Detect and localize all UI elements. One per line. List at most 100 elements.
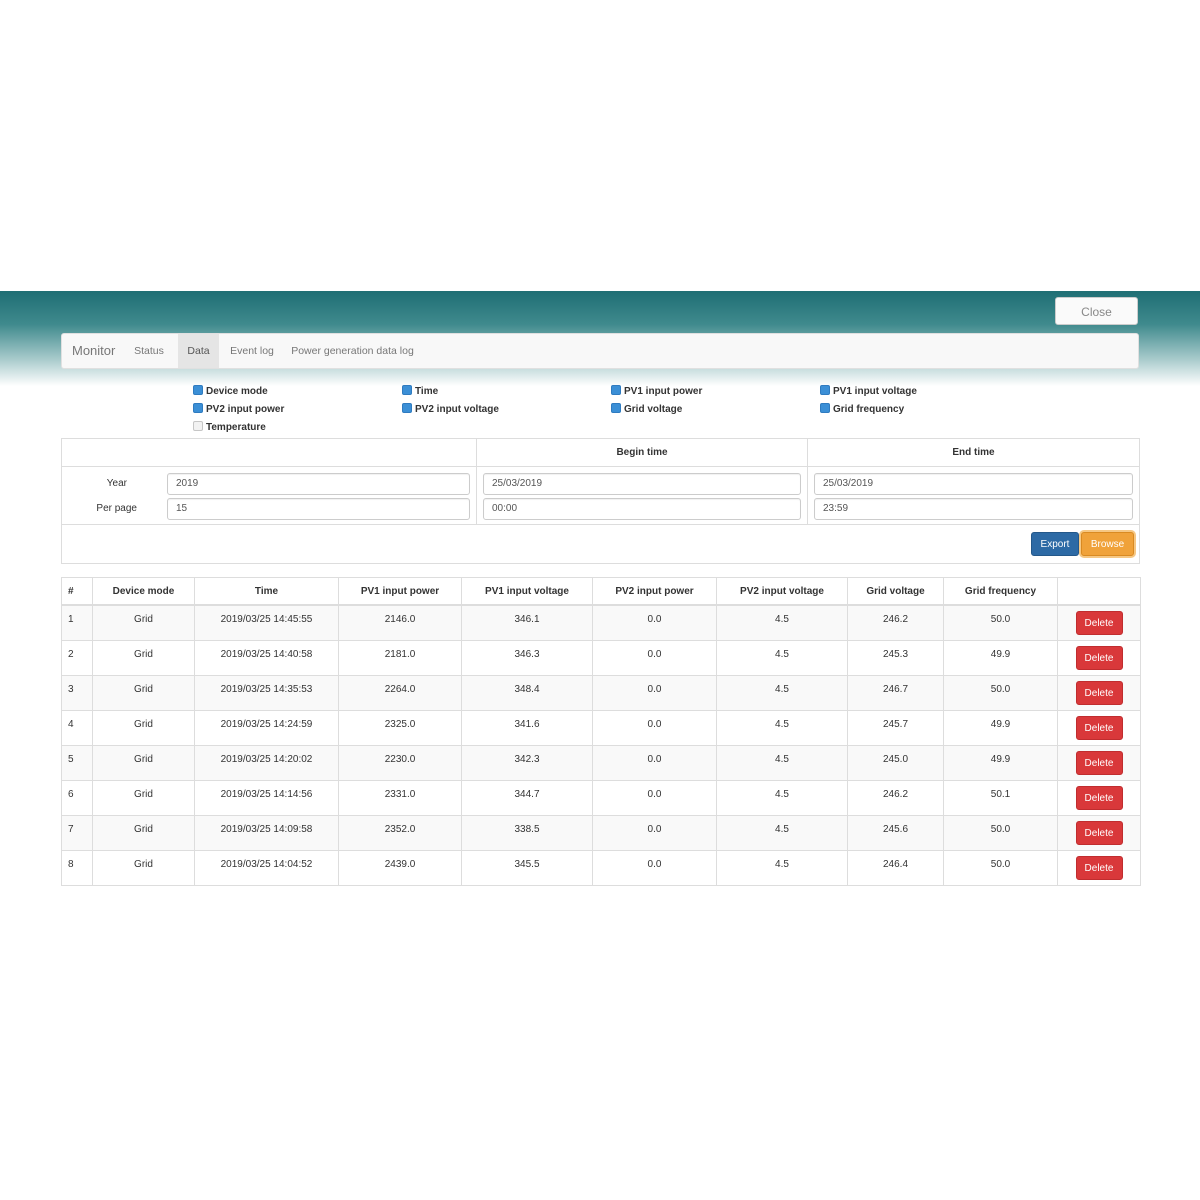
grid-frequency-cell: 50.0 [943,674,1058,711]
pv2-input-voltage-cell: 4.5 [716,849,848,886]
checkbox-pv2-input-power[interactable]: PV2 input power [193,403,284,417]
pv1-input-voltage-cell: 342.3 [461,744,593,781]
grid-voltage-cell: 246.2 [847,779,944,816]
delete-button[interactable]: Delete [1075,820,1123,845]
delete-button[interactable]: Delete [1075,645,1123,670]
brand-title: Monitor [72,343,116,358]
column-header: # [61,577,93,606]
table-row: 6 Grid 2019/03/25 14:14:56 2331.0 344.7 0.0 4.… [61,779,1141,816]
device-mode-cell: Grid [92,709,195,746]
tab-power-generation-data-log[interactable]: Power generation data log [290,334,415,368]
checkbox-checked-icon [820,385,830,396]
pv2-input-voltage-cell: 4.5 [716,674,848,711]
pv1-input-power-cell: 2264.0 [338,674,462,711]
column-header: PV1 input voltage [461,577,593,606]
table-row: 1 Grid 2019/03/25 14:45:55 2146.0 346.1 0.0 4.… [61,604,1141,641]
checkbox-device-mode[interactable]: Device mode [193,385,268,399]
divider [62,466,1139,467]
table-row: 7 Grid 2019/03/25 14:09:58 2352.0 338.5 0.0 4.… [61,814,1141,851]
tab-data[interactable]: Data [178,334,219,368]
export-button[interactable]: Export [1031,532,1079,556]
delete-button[interactable]: Delete [1075,611,1123,635]
pv2-input-power-cell: 0.0 [592,639,717,676]
pv2-input-voltage-cell: 4.5 [716,709,848,746]
device-mode-cell: Grid [92,744,195,781]
end-time-input[interactable]: 23:59 [814,498,1133,520]
query-panel: Begin time End time Year 2019 Per page 1… [61,438,1140,564]
actions-cell: Delete [1057,814,1141,851]
column-header: Grid voltage [847,577,944,606]
delete-button[interactable]: Delete [1075,855,1123,880]
browse-button[interactable]: Browse [1081,532,1134,556]
table-row: 4 Grid 2019/03/25 14:24:59 2325.0 341.6 0.0 4.… [61,709,1141,746]
per-page-input[interactable]: 15 [167,498,470,520]
tab-event-log[interactable]: Event log [227,334,277,368]
row-index: 1 [61,604,93,641]
actions-cell: Delete [1057,674,1141,711]
pv1-input-voltage-cell: 346.1 [461,604,593,641]
grid-frequency-cell: 49.9 [943,639,1058,676]
checkbox-pv2-input-voltage[interactable]: PV2 input voltage [402,403,499,417]
pv2-input-power-cell: 0.0 [592,604,717,641]
tab-status[interactable]: Status [129,334,169,368]
time-cell: 2019/03/25 14:09:58 [194,814,339,851]
year-label: Year [106,478,127,489]
checkbox-pv1-input-voltage[interactable]: PV1 input voltage [820,385,917,399]
year-input[interactable]: 2019 [167,473,470,495]
column-header: Grid frequency [943,577,1058,606]
column-header: Device mode [92,577,195,606]
column-header: PV1 input power [338,577,462,606]
per-page-label: Per page [96,503,137,514]
row-index: 8 [61,849,93,886]
pv2-input-power-cell: 0.0 [592,814,717,851]
pv2-input-voltage-cell: 4.5 [716,639,848,676]
table-row: 3 Grid 2019/03/25 14:35:53 2264.0 348.4 0.0 4.… [61,674,1141,711]
checkbox-grid-voltage[interactable]: Grid voltage [611,403,682,417]
pv2-input-voltage-cell: 4.5 [716,604,848,641]
column-header [1057,577,1141,606]
delete-button[interactable]: Delete [1075,680,1123,705]
pv2-input-power-cell: 0.0 [592,779,717,816]
device-mode-cell: Grid [92,604,195,641]
grid-frequency-cell: 49.9 [943,744,1058,781]
actions-cell: Delete [1057,779,1141,816]
checkbox-temperature[interactable]: Temperature [193,421,266,435]
row-index: 3 [61,674,93,711]
pv2-input-power-cell: 0.0 [592,709,717,746]
checkbox-time[interactable]: Time [402,385,438,399]
checkbox-grid-frequency[interactable]: Grid frequency [820,403,904,417]
column-header: Time [194,577,339,606]
pv2-input-voltage-cell: 4.5 [716,814,848,851]
checkbox-pv1-input-power[interactable]: PV1 input power [611,385,702,399]
checkbox-checked-icon [193,403,203,414]
checkbox-checked-icon [402,403,412,414]
row-index: 7 [61,814,93,851]
delete-button[interactable]: Delete [1075,785,1123,810]
time-cell: 2019/03/25 14:14:56 [194,779,339,816]
delete-button[interactable]: Delete [1075,750,1123,775]
begin-time-header: Begin time [616,447,668,458]
checkbox-unchecked-icon [193,421,203,432]
device-mode-cell: Grid [92,814,195,851]
delete-button[interactable]: Delete [1075,715,1123,740]
end-date-input[interactable]: 25/03/2019 [814,473,1133,495]
monitor-window: Close Monitor Status Data Event log Powe… [0,291,1200,908]
pv1-input-power-cell: 2331.0 [338,779,462,816]
device-mode-cell: Grid [92,639,195,676]
actions-cell: Delete [1057,639,1141,676]
table-row: 2 Grid 2019/03/25 14:40:58 2181.0 346.3 0.0 4.… [61,639,1141,676]
row-index: 2 [61,639,93,676]
actions-cell: Delete [1057,849,1141,886]
close-button[interactable]: Close [1055,297,1138,325]
grid-frequency-cell: 50.0 [943,604,1058,641]
actions-cell: Delete [1057,604,1141,641]
begin-time-input[interactable]: 00:00 [483,498,801,520]
begin-date-input[interactable]: 25/03/2019 [483,473,801,495]
grid-voltage-cell: 246.4 [847,849,944,886]
time-cell: 2019/03/25 14:20:02 [194,744,339,781]
time-cell: 2019/03/25 14:35:53 [194,674,339,711]
column-header: PV2 input power [592,577,717,606]
time-cell: 2019/03/25 14:24:59 [194,709,339,746]
grid-voltage-cell: 245.0 [847,744,944,781]
time-cell: 2019/03/25 14:40:58 [194,639,339,676]
